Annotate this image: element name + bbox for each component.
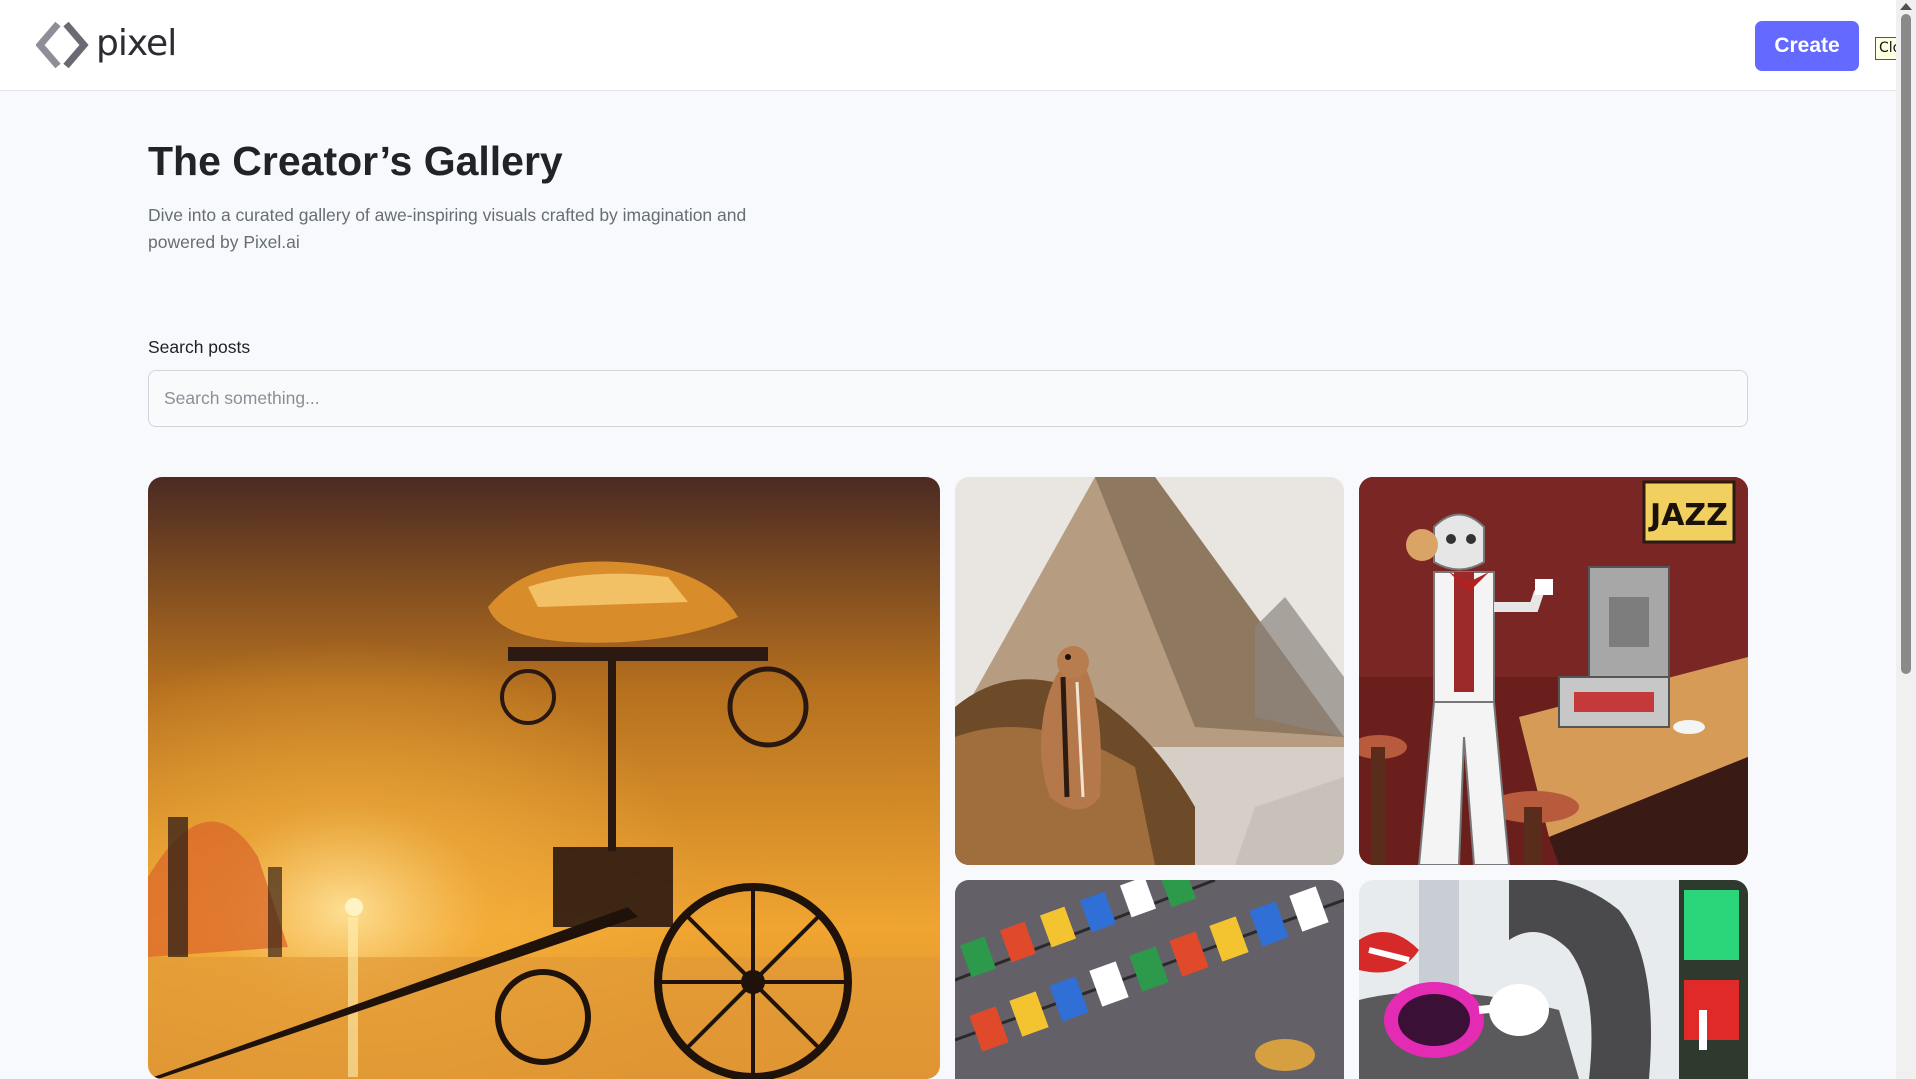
code-brackets-logo-icon [36,21,89,69]
robot-barista-image: JAZZ [1359,477,1748,865]
gallery-card-chipmunk-pyramid[interactable] [955,477,1344,865]
top-navbar: pixel Create [0,0,1896,91]
scrollbar-thumb[interactable] [1901,14,1911,674]
pixel-logo[interactable]: pixel [36,18,177,72]
gallery-card-elephant-sunglasses[interactable] [1359,880,1748,1079]
gallery-card-steampunk-sunset[interactable] [148,477,940,1079]
page-scrollbar[interactable] [1896,0,1916,1079]
prayer-flags-image [955,880,1344,1079]
scroll-up-arrow-icon[interactable] [1900,3,1912,10]
create-button[interactable]: Create [1755,21,1859,71]
gallery-card-robot-barista[interactable]: JAZZ [1359,477,1748,865]
steampunk-sunset-image [148,477,940,1079]
page-title: The Creator’s Gallery [148,138,563,184]
logo-text: pixel [96,22,177,64]
jazz-sign-text: JAZZ [1648,498,1728,533]
gallery-card-prayer-flags[interactable] [955,880,1344,1079]
elephant-sunglasses-image [1359,880,1748,1079]
search-label: Search posts [148,337,251,357]
chipmunk-pyramid-image [955,477,1344,865]
page-subtitle: Dive into a curated gallery of awe-inspi… [148,205,747,252]
search-input[interactable] [148,370,1748,427]
